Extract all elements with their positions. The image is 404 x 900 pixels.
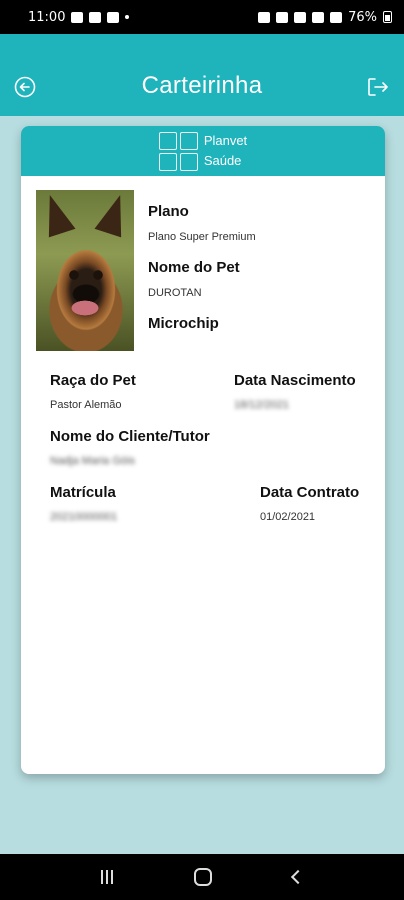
pet-ear-left bbox=[36, 190, 76, 238]
more-notifications-icon bbox=[125, 15, 130, 19]
shopping-bag-icon bbox=[89, 11, 102, 23]
status-right: 76% bbox=[258, 10, 392, 25]
bluetooth-icon bbox=[294, 11, 307, 23]
pet-ear-right bbox=[94, 190, 134, 238]
home-icon[interactable] bbox=[193, 868, 212, 886]
breed-label: Raça do Pet bbox=[50, 372, 136, 389]
planvet-logo: Planvet Saúde bbox=[158, 131, 247, 171]
registration-label: Matrícula bbox=[50, 484, 116, 501]
status-left: 11:00 bbox=[28, 9, 130, 25]
battery-percent: 76% bbox=[348, 9, 377, 25]
microchip-label: Microchip bbox=[148, 315, 219, 332]
app-bar: Carteirinha bbox=[0, 34, 404, 116]
plan-label: Plano bbox=[148, 203, 189, 220]
contract-date-label: Data Contrato bbox=[260, 484, 360, 501]
birth-date-label: Data Nascimento bbox=[234, 372, 356, 389]
status-bar: 11:00 76% bbox=[0, 0, 404, 34]
system-back-icon[interactable] bbox=[291, 869, 306, 885]
logo-mark-icon bbox=[158, 131, 198, 171]
client-name-label: Nome do Cliente/Tutor bbox=[50, 428, 210, 445]
logo-line1: Planvet bbox=[203, 133, 248, 148]
logout-icon[interactable] bbox=[366, 76, 390, 98]
battery-icon bbox=[383, 11, 392, 23]
client-name-value: Nadja Maria Góis bbox=[50, 455, 135, 467]
contract-date-value: 01/02/2021 bbox=[260, 511, 316, 523]
system-nav-bar bbox=[0, 854, 404, 900]
status-time: 11:00 bbox=[28, 9, 66, 25]
pet-name-value: DUROTAN bbox=[148, 287, 202, 299]
alarm-icon bbox=[276, 11, 289, 23]
registration-value: 20210000001 bbox=[50, 511, 118, 523]
logo-line2: Saúde bbox=[203, 153, 242, 168]
recent-apps-icon[interactable] bbox=[100, 870, 113, 884]
birth-date-value: 18/12/2021 bbox=[234, 399, 290, 411]
pet-name-label: Nome do Pet bbox=[148, 259, 240, 276]
card-header: Planvet Saúde bbox=[21, 126, 385, 176]
wifi-icon bbox=[312, 11, 325, 23]
logo-text: Planvet Saúde bbox=[204, 131, 247, 171]
plan-value: Plano Super Premium bbox=[148, 231, 256, 243]
lock-icon bbox=[258, 11, 271, 23]
gallery-icon bbox=[71, 11, 84, 23]
membership-card: Planvet Saúde Plano Plano Super Premium … bbox=[21, 126, 385, 774]
pet-photo bbox=[36, 190, 134, 351]
notification-icon bbox=[107, 11, 120, 23]
breed-value: Pastor Alemão bbox=[50, 399, 122, 411]
signal-icon bbox=[330, 11, 343, 23]
page-title: Carteirinha bbox=[141, 72, 263, 99]
